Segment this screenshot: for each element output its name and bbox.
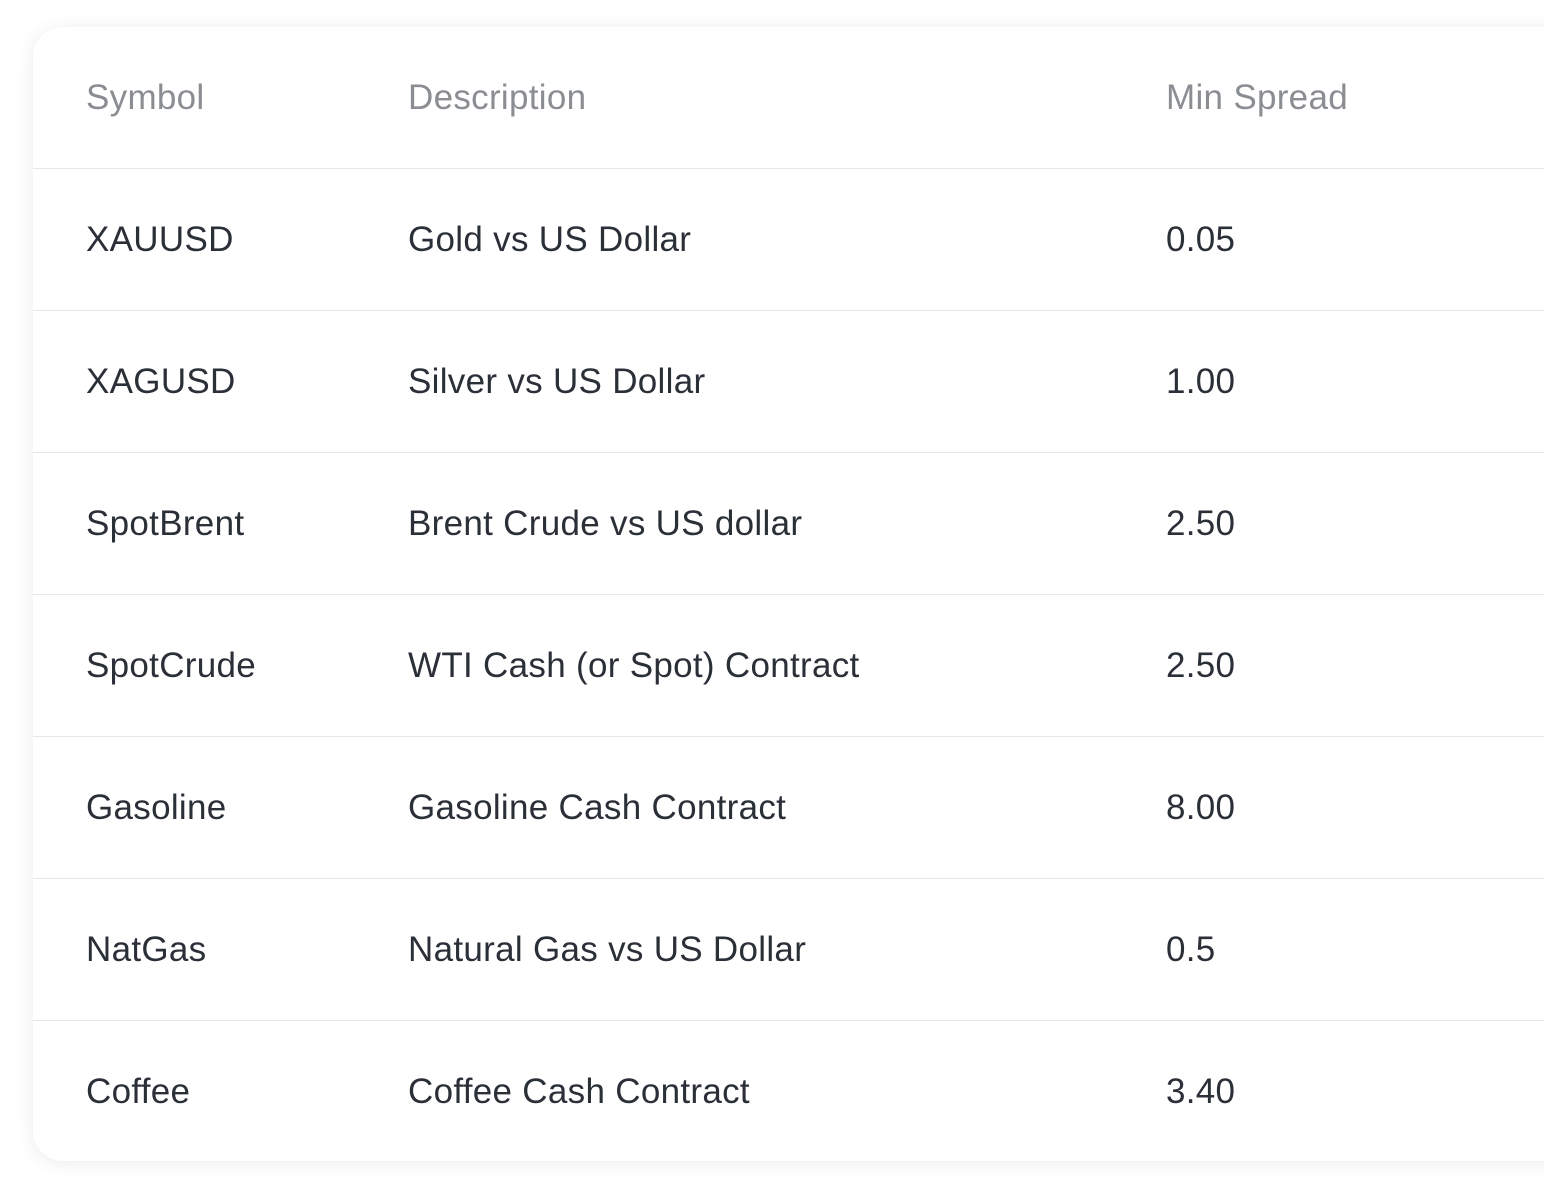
description-cell: Silver vs US Dollar — [408, 310, 1166, 453]
description-cell: Natural Gas vs US Dollar — [408, 878, 1166, 1021]
min-spread-cell: 0.5 — [1166, 878, 1544, 1021]
min-spread-cell: 2.50 — [1166, 594, 1544, 737]
min-spread-cell: 3.40 — [1166, 1071, 1236, 1111]
symbol-cell: Gasoline — [33, 736, 408, 879]
column-header-min-spread: Min Spread — [1166, 27, 1544, 169]
table-row: NatGas Natural Gas vs US Dollar 0.5 — [33, 878, 1544, 1021]
min-spread-cell: 1.00 — [1166, 310, 1544, 453]
column-header-symbol: Symbol — [33, 27, 408, 169]
description-cell: Gasoline Cash Contract — [408, 736, 1166, 879]
description-cell: Gold vs US Dollar — [408, 168, 1166, 311]
table-row: XAUUSD Gold vs US Dollar 0.05 — [33, 168, 1544, 311]
min-spread-cell: 8.00 — [1166, 736, 1544, 879]
symbol-cell: SpotBrent — [33, 452, 408, 595]
description-cell: WTI Cash (or Spot) Contract — [408, 594, 1166, 737]
spread-table-card: Symbol Description Min Spread XAUUSD Gol… — [33, 27, 1544, 1161]
spread-table: Symbol Description Min Spread XAUUSD Gol… — [33, 27, 1544, 1161]
description-cell: Coffee Cash Contract — [408, 1071, 750, 1111]
column-header-description: Description — [408, 27, 1166, 169]
symbol-cell: NatGas — [33, 878, 408, 1021]
min-spread-cell: 0.05 — [1166, 168, 1544, 311]
description-cell: Brent Crude vs US dollar — [408, 452, 1166, 595]
symbol-cell: XAGUSD — [33, 310, 408, 453]
table-row: SpotCrude WTI Cash (or Spot) Contract 2.… — [33, 594, 1544, 737]
min-spread-cell: 2.50 — [1166, 452, 1544, 595]
table-row: Gasoline Gasoline Cash Contract 8.00 — [33, 736, 1544, 879]
table-row: XAGUSD Silver vs US Dollar 1.00 — [33, 310, 1544, 453]
symbol-cell: SpotCrude — [33, 594, 408, 737]
table-row: SpotBrent Brent Crude vs US dollar 2.50 — [33, 452, 1544, 595]
symbol-cell: XAUUSD — [33, 168, 408, 311]
symbol-cell: Coffee — [86, 1071, 191, 1111]
table-row: Coffee Coffee Cash Contract 3.40 — [33, 1021, 1544, 1162]
table-header-row: Symbol Description Min Spread — [33, 27, 1544, 169]
